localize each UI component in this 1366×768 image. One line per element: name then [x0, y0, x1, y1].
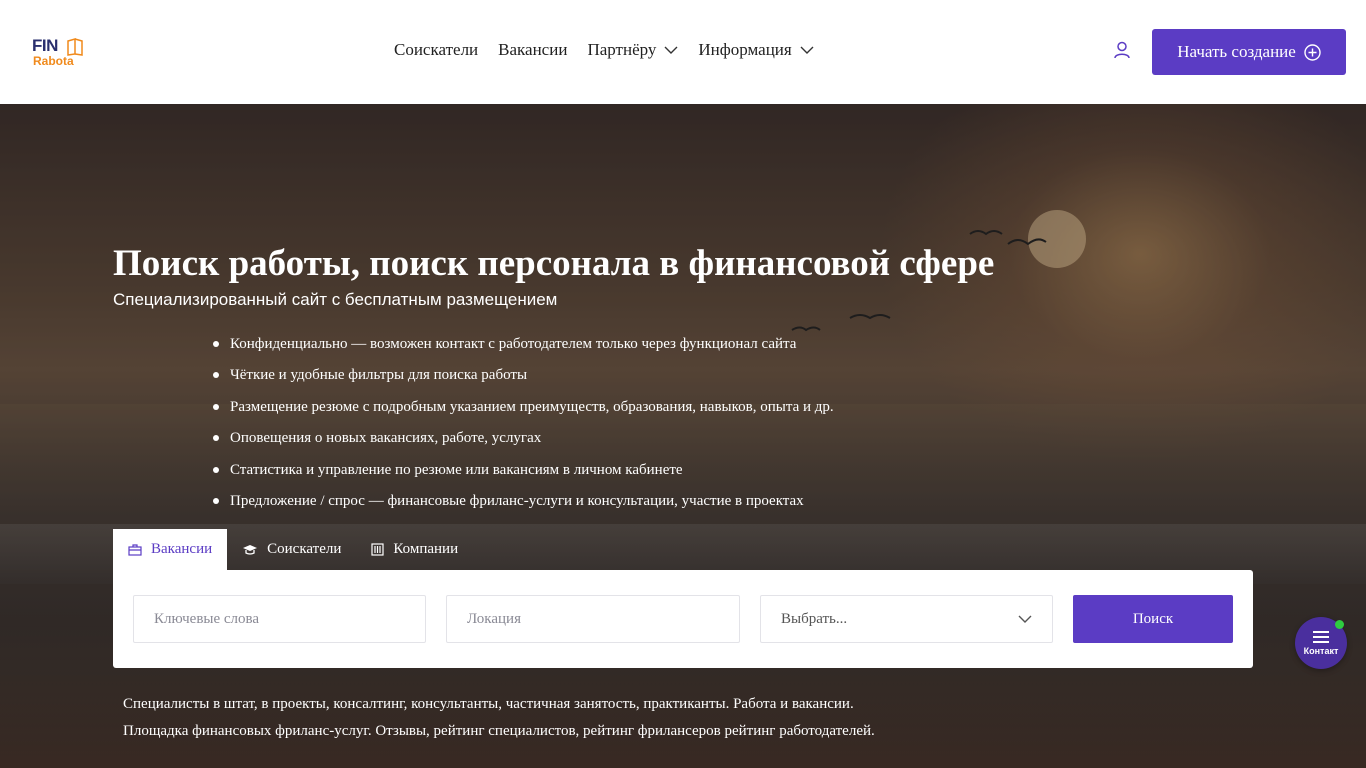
- start-creating-label: Начать создание: [1177, 42, 1296, 61]
- tab-label: Компании: [393, 541, 459, 557]
- feature-item: Конфиденциально — возможен контакт с раб…: [213, 334, 834, 365]
- location-input[interactable]: [446, 595, 740, 643]
- nav-item-partner[interactable]: Партнёру: [587, 40, 678, 60]
- nav-item-label: Информация: [698, 40, 792, 59]
- online-status-dot: [1335, 620, 1344, 629]
- graduation-cap-icon: [243, 544, 258, 555]
- user-icon[interactable]: [1113, 41, 1131, 64]
- nav-item-label: Соискатели: [394, 40, 479, 59]
- site-logo[interactable]: FIN Rabota: [32, 36, 92, 70]
- hero-section: Поиск работы, поиск персонала в финансов…: [0, 104, 1366, 768]
- briefcase-icon: [128, 543, 142, 556]
- description-line: Специалисты в штат, в проекты, консалтин…: [123, 696, 854, 712]
- feature-item: Статистика и управление по резюме или ва…: [213, 460, 834, 491]
- feature-item: Чёткие и удобные фильтры для поиска рабо…: [213, 365, 834, 396]
- tab-candidates[interactable]: Соискатели: [227, 529, 356, 570]
- hero-description: Специалисты в штат, в проекты, консалтин…: [123, 691, 875, 745]
- select-value: Выбрать...: [781, 610, 848, 627]
- search-tabs: Вакансии Соискатели Компании: [113, 529, 473, 570]
- keywords-input[interactable]: [133, 595, 426, 643]
- main-nav: Соискатели Вакансии Партнёру Информация: [394, 40, 814, 60]
- search-panel: Выбрать... Поиск: [113, 570, 1253, 668]
- contact-widget-button[interactable]: Контакт: [1295, 617, 1347, 669]
- tab-label: Вакансии: [151, 541, 213, 557]
- start-creating-button[interactable]: Начать создание: [1152, 29, 1346, 75]
- nav-item-info[interactable]: Информация: [698, 40, 814, 60]
- nav-item-label: Партнёру: [587, 40, 657, 59]
- chevron-down-icon: [1018, 615, 1032, 623]
- tab-label: Соискатели: [267, 541, 342, 557]
- description-line: Площадка финансовых фриланс-услуг. Отзыв…: [123, 723, 875, 739]
- nav-item-vacancies[interactable]: Вакансии: [498, 40, 567, 60]
- logo-text-rabota: Rabota: [33, 54, 74, 68]
- plus-circle-icon: [1304, 43, 1321, 61]
- nav-item-label: Вакансии: [498, 40, 568, 59]
- feature-item: Размещение резюме с подробным указанием …: [213, 397, 834, 428]
- hero-title: Поиск работы, поиск персонала в финансов…: [113, 243, 995, 284]
- contact-widget-label: Контакт: [1303, 646, 1339, 656]
- feature-item: Оповещения о новых вакансиях, работе, ус…: [213, 428, 834, 459]
- feature-item: Предложение / спрос — финансовые фриланс…: [213, 491, 834, 522]
- site-header: FIN Rabota Соискатели Вакансии Партнёру …: [0, 0, 1366, 104]
- chevron-down-icon: [800, 46, 814, 54]
- nav-item-candidates[interactable]: Соискатели: [394, 40, 478, 60]
- chevron-down-icon: [664, 46, 678, 54]
- tab-companies[interactable]: Компании: [356, 529, 473, 570]
- logo-book-icon: [67, 38, 83, 56]
- hero-subtitle: Специализированный сайт с бесплатным раз…: [113, 290, 558, 309]
- logo-text-fin: FIN: [32, 36, 58, 55]
- feature-list: Конфиденциально — возможен контакт с раб…: [213, 334, 834, 522]
- search-button[interactable]: Поиск: [1073, 595, 1233, 643]
- building-icon: [371, 543, 384, 556]
- tab-vacancies[interactable]: Вакансии: [113, 529, 228, 570]
- category-select[interactable]: Выбрать...: [760, 595, 1053, 643]
- menu-icon: [1313, 631, 1329, 643]
